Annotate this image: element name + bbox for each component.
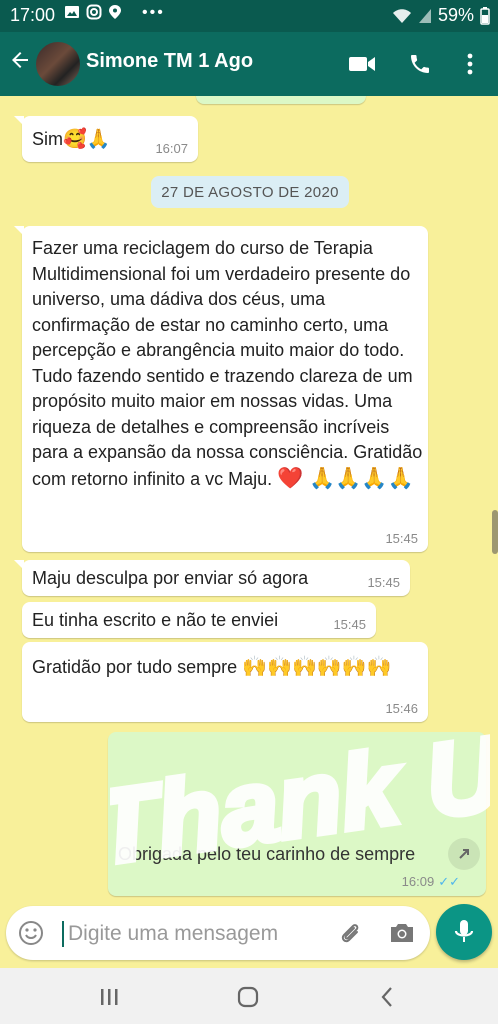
more-notifications-icon: ••• xyxy=(142,4,165,21)
message-bubble[interactable]: Gratidão por tudo sempre 🙌🙌🙌🙌🙌🙌 15:46 xyxy=(22,642,428,722)
message-bubble[interactable]: Eu tinha escrito e não te enviei 15:45 xyxy=(22,602,376,638)
message-text: Eu tinha escrito e não te enviei xyxy=(32,610,279,630)
battery-icon xyxy=(480,6,490,25)
gallery-icon xyxy=(65,6,79,18)
home-icon[interactable] xyxy=(233,982,263,1012)
contact-name[interactable]: Simone TM 1 Ago xyxy=(86,50,253,73)
message-time: 16:09 ✓✓ xyxy=(401,874,460,889)
notification-icons: ••• xyxy=(64,4,165,22)
mic-button[interactable] xyxy=(436,904,492,960)
battery-percent: 59% xyxy=(437,5,474,25)
wifi-icon xyxy=(392,8,411,23)
message-text: Obrigada pelo teu carinho de sempre xyxy=(118,844,416,864)
attach-icon[interactable] xyxy=(336,920,364,948)
message-composer[interactable] xyxy=(6,906,430,960)
message-input[interactable] xyxy=(66,916,330,952)
emoji: 🙌🙌🙌🙌🙌🙌 xyxy=(242,656,392,678)
emoji: ❤️ 🙏🙏🙏🙏 xyxy=(277,466,414,490)
chat-area[interactable]: Sim🥰🙏 16:07 27 DE AGOSTO DE 2020 Fazer u… xyxy=(0,96,498,900)
status-time: 17:00 xyxy=(10,5,56,25)
message-bubble[interactable]: Maju desculpa por enviar só agora 15:45 xyxy=(14,560,410,596)
instagram-icon xyxy=(86,4,102,20)
message-bubble-outgoing[interactable]: Obrigada pelo teu carinho de sempre 16:0… xyxy=(108,732,486,896)
phone-call-icon[interactable] xyxy=(406,50,434,78)
bubble-tail xyxy=(14,560,24,570)
microphone-icon xyxy=(454,920,474,942)
emoji-icon[interactable] xyxy=(18,920,44,946)
recent-apps-icon[interactable] xyxy=(94,982,124,1012)
chat-header: Simone TM 1 Ago xyxy=(0,32,498,96)
double-check-icon: ✓✓ xyxy=(438,874,460,889)
message-time: 16:07 xyxy=(155,141,188,156)
forward-icon[interactable] xyxy=(448,838,480,870)
status-right: 59% xyxy=(392,5,490,26)
location-icon xyxy=(109,5,121,19)
bubble-tail xyxy=(14,226,24,236)
previous-message-bubble[interactable] xyxy=(196,96,366,104)
message-text: Maju desculpa por enviar só agora xyxy=(32,568,309,588)
back-nav-icon[interactable] xyxy=(372,982,402,1012)
scrollbar-thumb[interactable] xyxy=(492,510,498,554)
video-call-icon[interactable] xyxy=(348,50,376,78)
text-cursor xyxy=(62,921,64,947)
avatar[interactable] xyxy=(34,40,82,88)
back-arrow-icon[interactable] xyxy=(8,48,32,77)
camera-icon[interactable] xyxy=(388,921,416,947)
date-divider: 27 DE AGOSTO DE 2020 xyxy=(151,176,349,208)
bubble-tail xyxy=(14,116,24,126)
system-nav-bar xyxy=(0,968,498,1024)
message-text: Gratidão por tudo sempre 🙌🙌🙌🙌🙌🙌 xyxy=(32,656,392,678)
message-text: Sim🥰🙏 xyxy=(32,129,111,150)
message-time: 15:45 xyxy=(333,617,366,632)
message-text: Fazer uma reciclagem do curso de Terapia… xyxy=(32,238,423,490)
message-time: 15:45 xyxy=(385,531,418,546)
status-bar: 17:00 ••• 59% xyxy=(0,0,498,32)
more-options-icon[interactable] xyxy=(456,50,484,78)
message-time: 15:45 xyxy=(367,575,400,590)
message-bubble[interactable]: Fazer uma reciclagem do curso de Terapia… xyxy=(14,226,428,552)
emoji: 🥰🙏 xyxy=(63,129,111,150)
message-time: 15:46 xyxy=(385,701,418,716)
message-bubble[interactable]: Sim🥰🙏 16:07 xyxy=(14,116,198,162)
signal-icon xyxy=(418,8,431,23)
